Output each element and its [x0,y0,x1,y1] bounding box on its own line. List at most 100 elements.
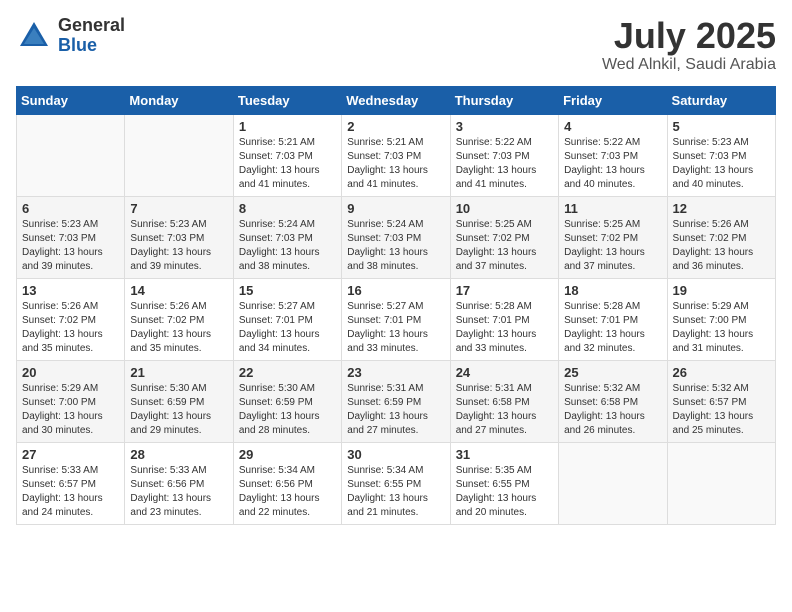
day-info: Sunrise: 5:21 AM Sunset: 7:03 PM Dayligh… [347,136,444,192]
calendar-cell: 6Sunrise: 5:23 AM Sunset: 7:03 PM Daylig… [17,196,125,278]
calendar-cell [17,114,125,196]
logo-blue-text: Blue [58,36,125,56]
calendar-cell: 22 Sunrise: 5:30 AM Sunset: 6:59 PM Dayli… [233,360,341,442]
calendar-cell: 27 Sunrise: 5:33 AM Sunset: 6:57 PM Dayli… [17,442,125,524]
calendar-week-row: 6Sunrise: 5:23 AM Sunset: 7:03 PM Daylig… [17,196,776,278]
day-number: 15 [239,283,336,298]
day-info: Sunrise: 5:22 AM Sunset: 7:03 PM Dayligh… [456,136,553,192]
page-header: General Blue July 2025 Wed Alnkil, Saudi… [16,16,776,74]
calendar-cell: 23Sunrise: 5:31 AM Sunset: 6:59 PM Dayli… [342,360,450,442]
logo-text: General Blue [58,16,125,56]
logo: General Blue [16,16,125,56]
day-number: 20 [22,365,119,380]
calendar-cell [559,442,667,524]
calendar-cell: 2Sunrise: 5:21 AM Sunset: 7:03 PM Daylig… [342,114,450,196]
day-info: Sunrise: 5:29 AM Sunset: 7:00 PM Dayligh… [673,300,770,356]
day-number: 17 [456,283,553,298]
day-info: Sunrise: 5:34 AM Sunset: 6:55 PM Dayligh… [347,464,444,520]
calendar-cell: 4 Sunrise: 5:22 AM Sunset: 7:03 PM Daylig… [559,114,667,196]
calendar-cell: 24 Sunrise: 5:31 AM Sunset: 6:58 PM Dayli… [450,360,558,442]
day-info: Sunrise: 5:22 AM Sunset: 7:03 PM Dayligh… [564,136,661,192]
calendar-cell: 19 Sunrise: 5:29 AM Sunset: 7:00 PM Dayli… [667,278,775,360]
calendar-week-row: 27 Sunrise: 5:33 AM Sunset: 6:57 PM Dayli… [17,442,776,524]
day-number: 1 [239,119,336,134]
calendar-cell: 8 Sunrise: 5:24 AM Sunset: 7:03 PM Daylig… [233,196,341,278]
day-info: Sunrise: 5:27 AM Sunset: 7:01 PM Dayligh… [347,300,444,356]
day-number: 27 [22,447,119,462]
day-info: Sunrise: 5:26 AM Sunset: 7:02 PM Dayligh… [673,218,770,274]
calendar-cell: 29 Sunrise: 5:34 AM Sunset: 6:56 PM Dayli… [233,442,341,524]
day-info: Sunrise: 5:24 AM Sunset: 7:03 PM Dayligh… [239,218,336,274]
day-number: 18 [564,283,661,298]
day-info: Sunrise: 5:29 AM Sunset: 7:00 PM Dayligh… [22,382,119,438]
calendar-week-row: 1 Sunrise: 5:21 AM Sunset: 7:03 PM Daylig… [17,114,776,196]
calendar-cell: 17 Sunrise: 5:28 AM Sunset: 7:01 PM Dayli… [450,278,558,360]
calendar-cell: 20 Sunrise: 5:29 AM Sunset: 7:00 PM Dayli… [17,360,125,442]
calendar-cell: 3 Sunrise: 5:22 AM Sunset: 7:03 PM Daylig… [450,114,558,196]
day-number: 5 [673,119,770,134]
weekday-header-row: SundayMondayTuesdayWednesdayThursdayFrid… [17,86,776,114]
calendar-cell [125,114,233,196]
day-info: Sunrise: 5:24 AM Sunset: 7:03 PM Dayligh… [347,218,444,274]
title-block: July 2025 Wed Alnkil, Saudi Arabia [602,16,776,74]
day-info: Sunrise: 5:26 AM Sunset: 7:02 PM Dayligh… [130,300,227,356]
calendar-cell: 28Sunrise: 5:33 AM Sunset: 6:56 PM Dayli… [125,442,233,524]
day-info: Sunrise: 5:27 AM Sunset: 7:01 PM Dayligh… [239,300,336,356]
calendar-cell: 10Sunrise: 5:25 AM Sunset: 7:02 PM Dayli… [450,196,558,278]
weekday-header-saturday: Saturday [667,86,775,114]
day-info: Sunrise: 5:28 AM Sunset: 7:01 PM Dayligh… [456,300,553,356]
calendar-cell: 1 Sunrise: 5:21 AM Sunset: 7:03 PM Daylig… [233,114,341,196]
day-info: Sunrise: 5:33 AM Sunset: 6:56 PM Dayligh… [130,464,227,520]
day-number: 12 [673,201,770,216]
day-number: 7 [130,201,227,216]
day-number: 24 [456,365,553,380]
day-number: 21 [130,365,227,380]
calendar-table: SundayMondayTuesdayWednesdayThursdayFrid… [16,86,776,525]
calendar-week-row: 20 Sunrise: 5:29 AM Sunset: 7:00 PM Dayli… [17,360,776,442]
day-number: 13 [22,283,119,298]
location-title: Wed Alnkil, Saudi Arabia [602,56,776,74]
day-number: 9 [347,201,444,216]
day-number: 3 [456,119,553,134]
calendar-cell: 15 Sunrise: 5:27 AM Sunset: 7:01 PM Dayli… [233,278,341,360]
day-info: Sunrise: 5:28 AM Sunset: 7:01 PM Dayligh… [564,300,661,356]
day-info: Sunrise: 5:32 AM Sunset: 6:57 PM Dayligh… [673,382,770,438]
calendar-cell: 7 Sunrise: 5:23 AM Sunset: 7:03 PM Daylig… [125,196,233,278]
day-number: 29 [239,447,336,462]
day-info: Sunrise: 5:32 AM Sunset: 6:58 PM Dayligh… [564,382,661,438]
day-number: 10 [456,201,553,216]
month-title: July 2025 [602,16,776,56]
calendar-cell: 9 Sunrise: 5:24 AM Sunset: 7:03 PM Daylig… [342,196,450,278]
calendar-cell [667,442,775,524]
day-info: Sunrise: 5:31 AM Sunset: 6:58 PM Dayligh… [456,382,553,438]
day-info: Sunrise: 5:23 AM Sunset: 7:03 PM Dayligh… [22,218,119,274]
day-number: 14 [130,283,227,298]
calendar-cell: 31Sunrise: 5:35 AM Sunset: 6:55 PM Dayli… [450,442,558,524]
day-info: Sunrise: 5:33 AM Sunset: 6:57 PM Dayligh… [22,464,119,520]
weekday-header-friday: Friday [559,86,667,114]
day-info: Sunrise: 5:21 AM Sunset: 7:03 PM Dayligh… [239,136,336,192]
weekday-header-thursday: Thursday [450,86,558,114]
day-number: 23 [347,365,444,380]
day-info: Sunrise: 5:25 AM Sunset: 7:02 PM Dayligh… [564,218,661,274]
day-number: 19 [673,283,770,298]
day-number: 16 [347,283,444,298]
day-number: 8 [239,201,336,216]
day-info: Sunrise: 5:34 AM Sunset: 6:56 PM Dayligh… [239,464,336,520]
weekday-header-sunday: Sunday [17,86,125,114]
day-number: 4 [564,119,661,134]
calendar-cell: 25Sunrise: 5:32 AM Sunset: 6:58 PM Dayli… [559,360,667,442]
day-info: Sunrise: 5:30 AM Sunset: 6:59 PM Dayligh… [130,382,227,438]
day-info: Sunrise: 5:23 AM Sunset: 7:03 PM Dayligh… [130,218,227,274]
calendar-cell: 16 Sunrise: 5:27 AM Sunset: 7:01 PM Dayli… [342,278,450,360]
calendar-cell: 12 Sunrise: 5:26 AM Sunset: 7:02 PM Dayli… [667,196,775,278]
calendar-week-row: 13 Sunrise: 5:26 AM Sunset: 7:02 PM Dayli… [17,278,776,360]
day-number: 31 [456,447,553,462]
calendar-cell: 13 Sunrise: 5:26 AM Sunset: 7:02 PM Dayli… [17,278,125,360]
day-info: Sunrise: 5:26 AM Sunset: 7:02 PM Dayligh… [22,300,119,356]
calendar-cell: 14 Sunrise: 5:26 AM Sunset: 7:02 PM Dayli… [125,278,233,360]
day-info: Sunrise: 5:30 AM Sunset: 6:59 PM Dayligh… [239,382,336,438]
day-number: 26 [673,365,770,380]
calendar-cell: 26 Sunrise: 5:32 AM Sunset: 6:57 PM Dayli… [667,360,775,442]
day-number: 22 [239,365,336,380]
